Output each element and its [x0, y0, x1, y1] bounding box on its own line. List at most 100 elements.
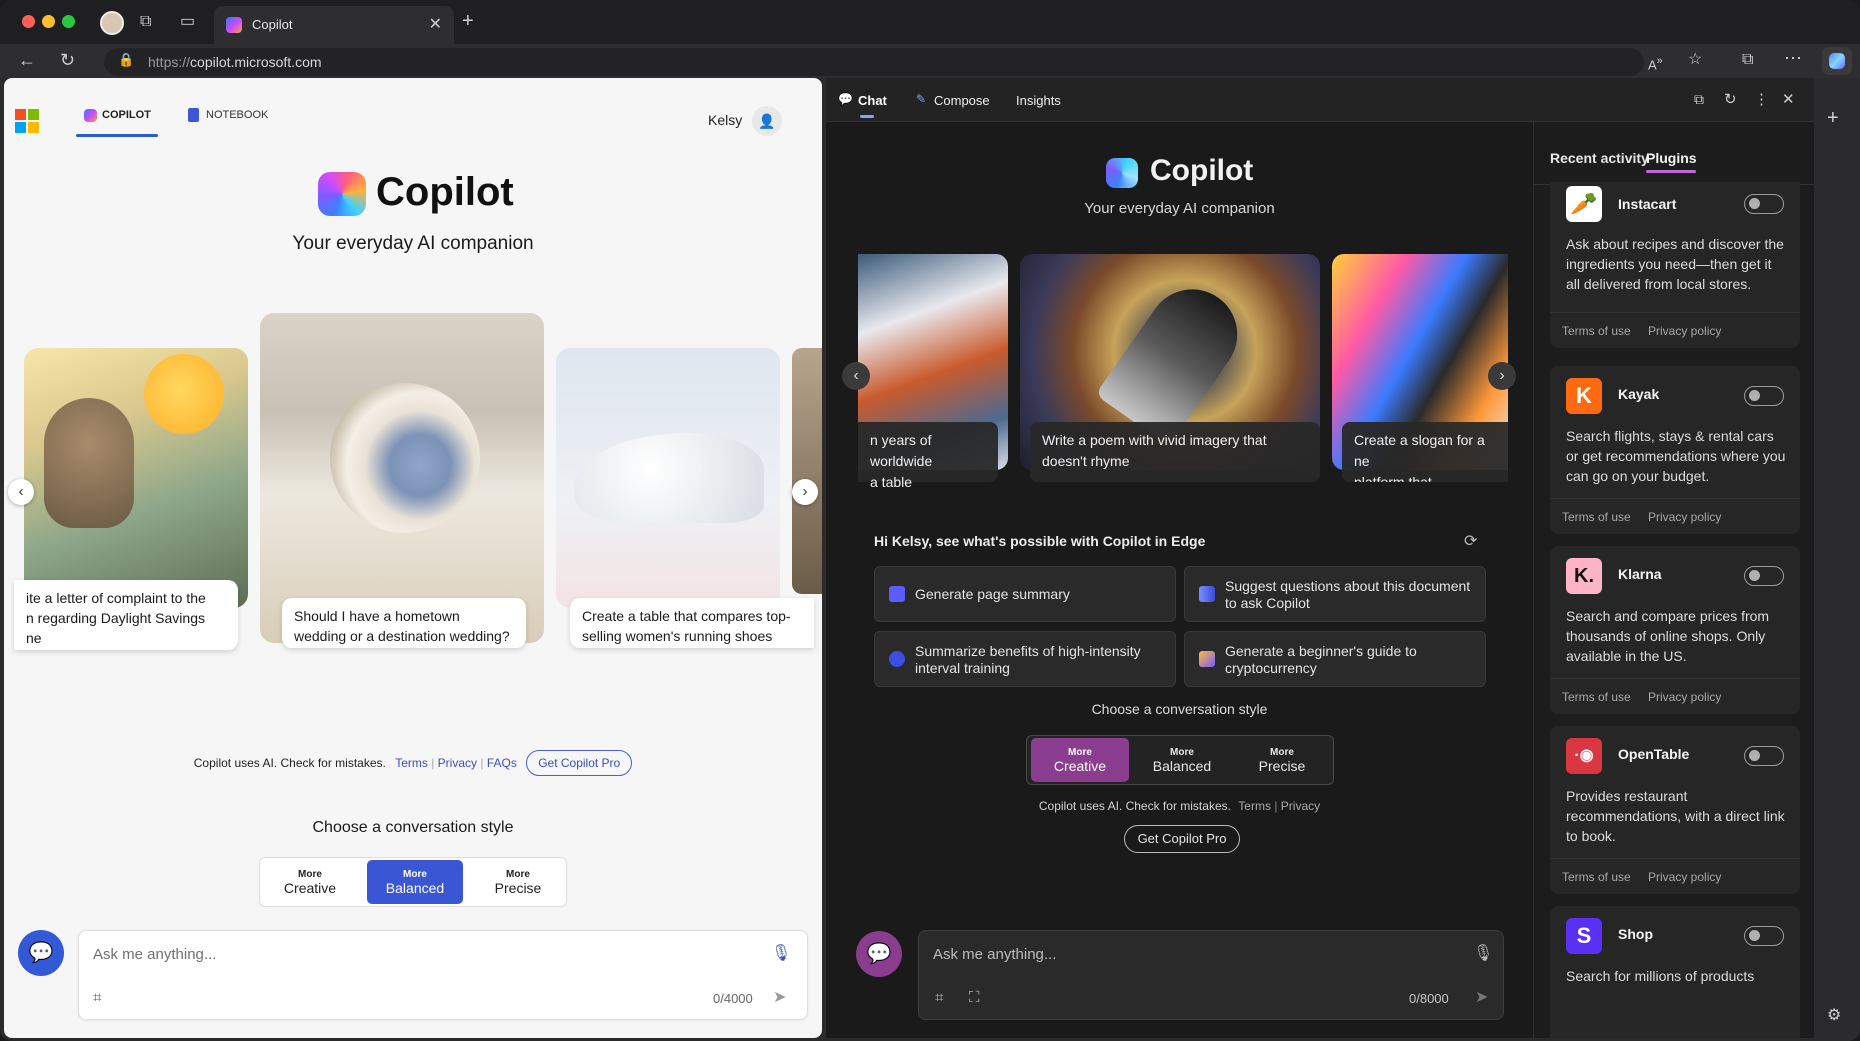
carousel-prev-button[interactable]: ‹	[842, 362, 870, 390]
send-icon[interactable]: ➤	[1475, 987, 1488, 1007]
tab-copilot[interactable]: COPILOT	[72, 92, 158, 138]
tab-insights[interactable]: Insights	[1016, 93, 1061, 108]
close-tab-icon[interactable]: ✕	[429, 14, 442, 34]
profile-avatar[interactable]	[100, 11, 124, 35]
user-name[interactable]: Kelsy	[708, 112, 742, 128]
copilot-sidebar-button[interactable]	[1822, 47, 1852, 75]
refresh-suggestions-icon[interactable]: ⟳	[1464, 531, 1477, 551]
new-topic-button[interactable]: 💬	[856, 931, 902, 977]
suggestion-crypto[interactable]: Generate a beginner's guide to cryptocur…	[1184, 631, 1486, 687]
shop-toggle[interactable]	[1744, 926, 1784, 946]
faqs-link[interactable]: FAQs	[487, 756, 517, 770]
close-sidebar-icon[interactable]: ✕	[1782, 90, 1795, 108]
maximize-window-button[interactable]	[62, 15, 75, 28]
suggestion-hiit[interactable]: Summarize benefits of high-intensity int…	[874, 631, 1176, 687]
microphone-icon[interactable]: 🎙	[1473, 943, 1493, 963]
more-options-icon[interactable]: ⋮	[1754, 90, 1769, 108]
card-caption[interactable]: n years of worldwide a table	[858, 422, 998, 490]
carousel-next-button[interactable]: ›	[792, 479, 818, 505]
conversation-style-selector: More Creative More Balanced More Precise	[1026, 735, 1334, 785]
privacy-link[interactable]: Privacy	[438, 756, 477, 770]
microsoft-logo-icon[interactable]	[15, 109, 39, 133]
instacart-toggle[interactable]	[1744, 194, 1784, 214]
carousel-card[interactable]	[556, 348, 780, 608]
add-sidebar-app-icon[interactable]: +	[1827, 108, 1839, 128]
style-balanced-button[interactable]: More Balanced	[1133, 738, 1231, 782]
close-window-button[interactable]	[22, 15, 35, 28]
style-precise-button[interactable]: More Precise	[1233, 738, 1331, 782]
send-icon[interactable]: ➤	[773, 987, 786, 1007]
privacy-link[interactable]: Privacy	[1281, 799, 1320, 813]
plugin-description: Search for millions of products	[1566, 968, 1755, 984]
klarna-toggle[interactable]	[1744, 566, 1784, 586]
screenshot-icon[interactable]: ⛶	[969, 989, 980, 1006]
user-icon[interactable]: 👤	[752, 106, 782, 136]
more-menu-icon[interactable]: ⋯	[1784, 48, 1802, 68]
notebook-icon	[188, 108, 199, 122]
new-topic-button[interactable]: 💬	[18, 930, 64, 976]
summary-icon	[889, 586, 905, 602]
sidebar-settings-gear-icon[interactable]: ⚙	[1827, 1006, 1841, 1026]
back-icon[interactable]: ←	[18, 50, 36, 70]
address-bar[interactable]: 🔒 https://copilot.microsoft.com	[104, 48, 1644, 76]
new-tab-icon[interactable]: +	[462, 11, 474, 31]
open-in-new-tab-icon[interactable]: ⧉	[1694, 91, 1704, 108]
privacy-policy-link[interactable]: Privacy policy	[1648, 870, 1721, 884]
terms-of-use-link[interactable]: Terms of use	[1562, 324, 1631, 338]
carousel-next-button[interactable]: ›	[1488, 362, 1516, 390]
bouquet-illustration	[330, 383, 480, 533]
chat-input-box[interactable]: Ask me anything... 🎙 ⌗ ⛶ 0/8000 ➤	[918, 930, 1504, 1020]
sidebar-tab-bar: 💬 Chat ✎ Compose Insights ⧉ ↻ ⋮ ✕	[826, 78, 1814, 122]
microphone-icon[interactable]: 🎙	[771, 943, 791, 963]
refresh-icon[interactable]: ↻	[60, 50, 75, 70]
read-aloud-icon[interactable]: A»	[1648, 51, 1663, 75]
tab-notebook[interactable]: NOTEBOOK	[184, 92, 274, 138]
chat-input-box[interactable]: Ask me anything... 🎙 ⌗ 0/4000 ➤	[78, 930, 808, 1020]
card-caption[interactable]: ite a letter of complaint to the n regar…	[14, 580, 238, 650]
tab-chat[interactable]: 💬 Chat	[838, 90, 894, 120]
opentable-toggle[interactable]	[1744, 746, 1784, 766]
carousel-card[interactable]	[24, 348, 248, 608]
terms-of-use-link[interactable]: Terms of use	[1562, 870, 1631, 884]
disclaimer-row: Copilot uses AI. Check for mistakes. Ter…	[4, 750, 822, 776]
style-precise-button[interactable]: More Precise	[472, 860, 564, 904]
refresh-icon[interactable]: ↻	[1724, 90, 1737, 108]
tab-actions-icon[interactable]: ▭	[180, 12, 195, 32]
terms-link[interactable]: Terms	[1238, 799, 1271, 813]
carousel-card[interactable]	[260, 313, 544, 643]
workspaces-icon[interactable]: ⧉	[140, 12, 151, 32]
copilot-web-page: COPILOT NOTEBOOK Kelsy 👤 Copilot Your ev…	[4, 78, 822, 1038]
plugin-card-instacart: 🥕 Instacart Ask about recipes and discov…	[1550, 182, 1800, 348]
active-tab-indicator	[76, 134, 158, 137]
tab-compose[interactable]: ✎ Compose	[916, 90, 1000, 120]
visual-search-icon[interactable]: ⌗	[935, 989, 943, 1006]
kayak-toggle[interactable]	[1744, 386, 1784, 406]
favorites-star-icon[interactable]: ☆	[1688, 50, 1702, 70]
suggestion-questions[interactable]: Suggest questions about this document to…	[1184, 566, 1486, 622]
card-caption[interactable]: Create a slogan for a ne platform that s…	[1342, 422, 1508, 482]
carousel-prev-button[interactable]: ‹	[8, 479, 34, 505]
get-copilot-pro-button[interactable]: Get Copilot Pro	[526, 750, 633, 776]
terms-of-use-link[interactable]: Terms of use	[1562, 510, 1631, 524]
plugin-links: Terms of use Privacy policy	[1550, 858, 1800, 894]
tab-recent-activity[interactable]: Recent activity	[1550, 150, 1649, 166]
card-caption[interactable]: Create a table that compares top-selling…	[570, 598, 814, 648]
privacy-policy-link[interactable]: Privacy policy	[1648, 510, 1721, 524]
fountain-pen-illustration	[1095, 271, 1255, 447]
card-caption[interactable]: Write a poem with vivid imagery that doe…	[1030, 422, 1320, 482]
style-creative-button[interactable]: More Creative	[264, 860, 356, 904]
terms-of-use-link[interactable]: Terms of use	[1562, 690, 1631, 704]
visual-search-icon[interactable]: ⌗	[93, 989, 101, 1006]
browser-tab[interactable]: Copilot ✕	[214, 6, 454, 44]
tab-plugins[interactable]: Plugins	[1646, 150, 1697, 166]
privacy-policy-link[interactable]: Privacy policy	[1648, 690, 1721, 704]
style-balanced-button[interactable]: More Balanced	[367, 860, 463, 904]
terms-link[interactable]: Terms	[395, 756, 428, 770]
style-creative-button[interactable]: More Creative	[1031, 738, 1129, 782]
collections-icon[interactable]: ⧉	[1742, 50, 1753, 70]
get-copilot-pro-button[interactable]: Get Copilot Pro	[1124, 825, 1240, 853]
card-caption[interactable]: Should I have a hometown wedding or a de…	[282, 598, 526, 648]
privacy-policy-link[interactable]: Privacy policy	[1648, 324, 1721, 338]
suggestion-page-summary[interactable]: Generate page summary	[874, 566, 1176, 622]
minimize-window-button[interactable]	[42, 15, 55, 28]
